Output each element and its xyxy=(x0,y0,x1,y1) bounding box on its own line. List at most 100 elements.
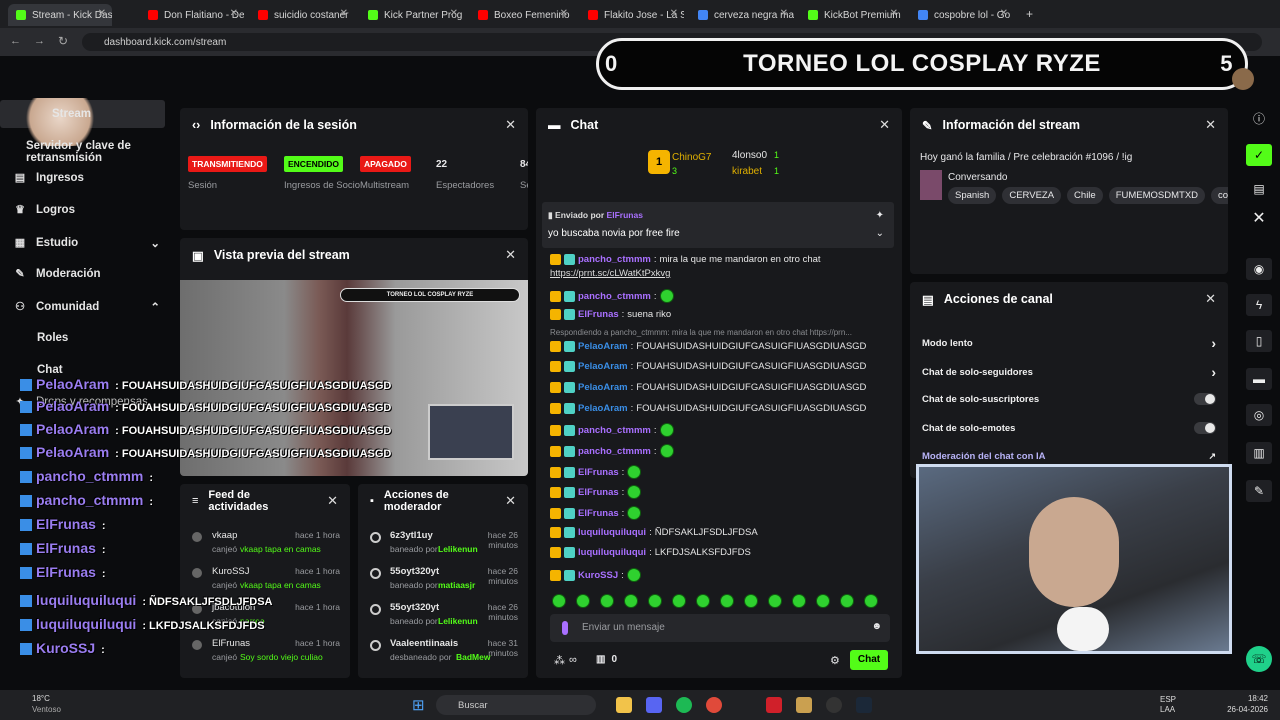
channel-action[interactable]: Chat de solo-suscriptores xyxy=(922,393,1216,405)
chat-username[interactable]: ElFrunas xyxy=(578,309,619,320)
emote-icon[interactable] xyxy=(648,594,662,608)
chat-username[interactable]: PelaoAram xyxy=(578,341,628,352)
tag-pill[interactable]: CERVEZA xyxy=(1002,187,1062,204)
chat-input[interactable]: Enviar un mensaje ☻ xyxy=(550,614,890,642)
emoji-icon[interactable]: ☻ xyxy=(871,621,882,632)
emote-icon[interactable] xyxy=(816,594,830,608)
gifter-user[interactable]: 4lonso0 xyxy=(732,150,767,161)
steam-icon[interactable] xyxy=(856,697,872,713)
feed-user[interactable]: KuroSSJ xyxy=(212,566,250,577)
camera-icon[interactable]: ◉ xyxy=(1246,258,1272,280)
browser-tab[interactable]: Kick Partner Prog ✕ xyxy=(360,4,464,26)
discord-icon[interactable] xyxy=(646,697,662,713)
forward-icon[interactable]: → xyxy=(34,35,45,47)
sidebar-item-chat[interactable]: Chat xyxy=(37,364,63,376)
top-gifter-user[interactable]: ChinoG7 xyxy=(672,152,711,163)
sidebar-item-stream[interactable]: Stream xyxy=(52,108,91,120)
sidebar-item-estudio[interactable]: ▦ Estudio ⌄ xyxy=(14,236,160,250)
emote-icon[interactable] xyxy=(864,594,878,608)
channel-action[interactable]: Modo lento › xyxy=(922,335,1216,351)
tag-pill[interactable]: FUMEMOSDMTXD xyxy=(1108,187,1206,204)
close-icon[interactable]: ✕ xyxy=(780,8,788,19)
lang-1[interactable]: ESP xyxy=(1160,695,1176,704)
channel-action[interactable]: Chat de solo-seguidores › xyxy=(922,364,1216,380)
avatar[interactable] xyxy=(1232,68,1254,90)
gear-icon[interactable]: ⚙ xyxy=(830,654,840,667)
reload-icon[interactable]: ↻ xyxy=(58,34,68,48)
sidebar-item-logros[interactable]: ♛ Logros xyxy=(14,204,75,216)
close-icon[interactable]: ✕ xyxy=(560,8,568,19)
chat-icon[interactable]: ▬ xyxy=(1246,368,1272,390)
close-icon[interactable]: ✕ xyxy=(670,8,678,19)
sidebar-item-ingresos[interactable]: ▤ Ingresos xyxy=(14,172,84,184)
chat-username[interactable]: pancho_ctmmm xyxy=(578,425,651,436)
close-icon[interactable]: ✕ xyxy=(505,247,516,263)
tag-pill[interactable]: Spanish xyxy=(948,187,997,204)
emote-icon[interactable] xyxy=(720,594,734,608)
emote-icon[interactable] xyxy=(672,594,686,608)
sidebar-item-moderacion[interactable]: ✎ Moderación xyxy=(14,268,100,280)
chat-username[interactable]: pancho_ctmmm xyxy=(578,446,651,457)
toggle-switch[interactable] xyxy=(1194,393,1216,405)
close-icon[interactable]: ✕ xyxy=(505,117,516,133)
pinned-message[interactable]: ▮ Enviado por ElFrunas yo buscaba novia … xyxy=(542,202,894,248)
mod-by-user[interactable]: matiaasjr xyxy=(438,580,475,590)
taskbar-search[interactable]: Buscar xyxy=(436,695,596,715)
browser-tab[interactable]: cospobre lol - Go ✕ xyxy=(910,4,1014,26)
browser-tab[interactable]: Stream - Kick Dash ✕ xyxy=(8,4,112,26)
bolt-icon[interactable]: ϟ xyxy=(1246,294,1272,316)
chat-username[interactable]: pancho_ctmmm xyxy=(578,254,651,265)
emote-icon[interactable] xyxy=(552,594,566,608)
chat-username[interactable]: ElFrunas xyxy=(578,508,619,519)
clipboard-icon[interactable]: ▯ xyxy=(1246,330,1272,352)
store-icon[interactable]: ▥ xyxy=(1246,442,1272,464)
support-icon[interactable]: ☏ xyxy=(1246,646,1272,672)
chat-username[interactable]: PelaoAram xyxy=(578,361,628,372)
browser-tab[interactable]: cerveza negra ma ✕ xyxy=(690,4,794,26)
chat-username[interactable]: luquiluquiluqui xyxy=(578,527,646,538)
emote-icon[interactable] xyxy=(744,594,758,608)
spotify-icon[interactable] xyxy=(676,697,692,713)
close-icon[interactable]: ✕ xyxy=(327,494,338,507)
chat-username[interactable]: luquiluquiluqui xyxy=(578,547,646,558)
close-icon[interactable]: ✕ xyxy=(230,8,238,19)
emote-icon[interactable] xyxy=(576,594,590,608)
mod-target-user[interactable]: 6z3ytl1uy xyxy=(390,530,433,541)
lang-2[interactable]: LAA xyxy=(1160,705,1175,714)
mod-target-user[interactable]: Vaaleentiinaais xyxy=(390,638,458,649)
browser-tab[interactable]: KickBot Premium ✕ xyxy=(800,4,904,26)
mod-target-user[interactable]: 55oyt320yt xyxy=(390,602,439,613)
chat-username[interactable]: KuroSSJ xyxy=(578,570,618,581)
folder-icon[interactable] xyxy=(616,697,632,713)
emote-icon[interactable] xyxy=(840,594,854,608)
category-name[interactable]: Conversando xyxy=(948,172,1007,183)
close-icon[interactable]: ✕ xyxy=(1246,208,1272,230)
browser-tab[interactable]: Don Flaitiano - De ✕ xyxy=(140,4,244,26)
tag-pill[interactable]: Chile xyxy=(1067,187,1103,204)
new-tab-icon[interactable]: + xyxy=(1026,7,1033,21)
close-icon[interactable]: ✕ xyxy=(1000,8,1008,19)
feed-user[interactable]: ElFrunas xyxy=(212,638,250,649)
emote-icon[interactable] xyxy=(768,594,782,608)
close-icon[interactable]: ✕ xyxy=(98,8,106,19)
gifter-user[interactable]: kirabet xyxy=(732,166,762,177)
close-icon[interactable]: ✕ xyxy=(340,8,348,19)
layout-icon[interactable]: ▤ xyxy=(1246,178,1272,200)
browser-tab[interactable]: suicidio costaner ✕ xyxy=(250,4,354,26)
chat-username[interactable]: pancho_ctmmm xyxy=(578,291,651,302)
toggle-switch[interactable] xyxy=(1194,422,1216,434)
feed-user[interactable]: vkaap xyxy=(212,530,237,541)
chat-text[interactable]: https://prnt.sc/cLWatKtPxkvg xyxy=(550,268,670,279)
close-icon[interactable]: ✕ xyxy=(1205,117,1216,133)
obs-icon[interactable] xyxy=(826,697,842,713)
chat-username[interactable]: ElFrunas xyxy=(578,487,619,498)
mod-by-user[interactable]: Lelikenun xyxy=(438,544,478,554)
sidebar-item-comunidad[interactable]: ⚇ Comunidad ⌃ xyxy=(14,300,160,314)
chat-username[interactable]: ElFrunas xyxy=(578,467,619,478)
channel-action[interactable]: Chat de solo-emotes xyxy=(922,422,1216,434)
sidebar-item-roles[interactable]: Roles xyxy=(37,332,68,344)
emote-icon[interactable] xyxy=(600,594,614,608)
wrench-icon[interactable]: ✎ xyxy=(1246,480,1272,502)
close-icon[interactable]: ✕ xyxy=(450,8,458,19)
mod-by-user[interactable]: BadMew xyxy=(456,652,490,662)
